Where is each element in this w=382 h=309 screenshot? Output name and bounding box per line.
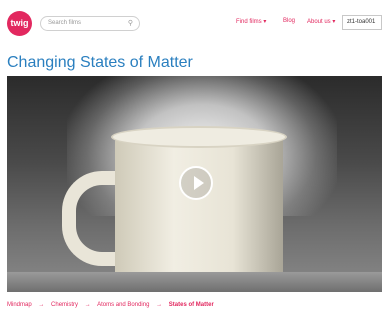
search-input[interactable]: Search films ⚲ [40,16,140,31]
video-thumbnail-mug [115,136,283,292]
video-player[interactable] [7,76,382,292]
video-thumbnail-mug-rim [111,126,287,148]
nav-about-us[interactable]: About us ▾ [307,18,335,25]
breadcrumb-atoms-and-bonding[interactable]: Atoms and Bonding [97,302,149,308]
breadcrumb-mindmap[interactable]: Mindmap [7,302,32,308]
nav-find-films-label: Find films [236,19,262,25]
page-title: Changing States of Matter [7,54,193,71]
play-button[interactable] [179,166,213,200]
video-thumbnail-surface [7,272,382,292]
play-icon [194,176,204,190]
arrow-right-icon: → [38,302,45,308]
nav-about-us-label: About us [307,19,331,25]
chevron-down-icon: ▾ [263,19,267,25]
breadcrumb: Mindmap → Chemistry → Atoms and Bonding … [7,302,214,308]
chevron-down-icon: ▾ [332,19,336,25]
breadcrumb-chemistry[interactable]: Chemistry [51,302,78,308]
arrow-right-icon: → [156,302,163,308]
site-header: twig Search films ⚲ Find films ▾ Blog Ab… [0,0,382,44]
twig-logo[interactable]: twig [7,11,32,36]
nav-find-films[interactable]: Find films ▾ [236,18,266,25]
search-placeholder: Search films [48,20,82,26]
nav-blog[interactable]: Blog [283,18,295,24]
search-icon[interactable]: ⚲ [128,17,133,30]
breadcrumb-current: States of Matter [168,302,214,308]
arrow-right-icon: → [84,302,91,308]
film-code-input[interactable]: zt1-toa001 [342,15,382,30]
